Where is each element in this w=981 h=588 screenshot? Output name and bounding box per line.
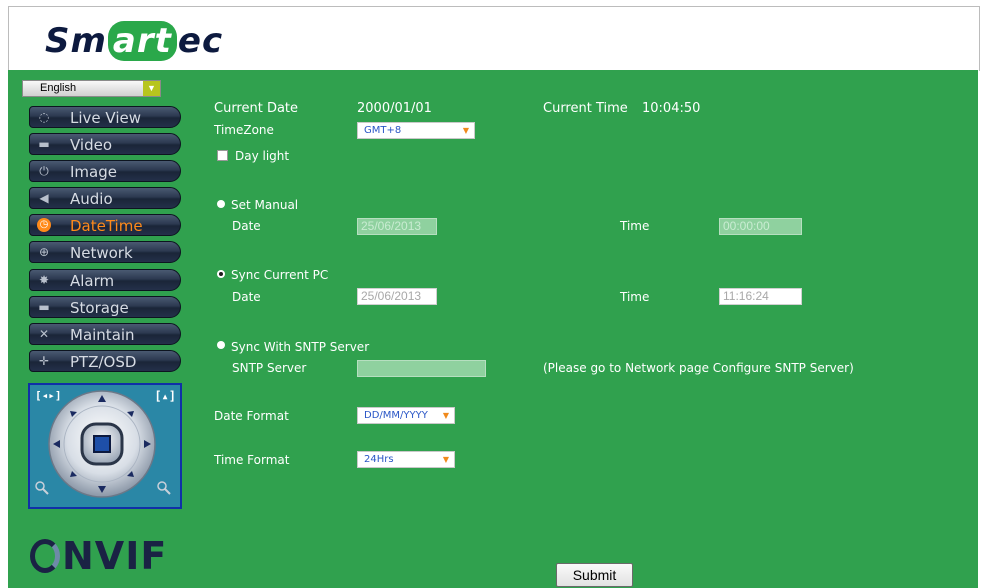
clock-icon: ◷: [37, 218, 51, 232]
logo-text-end: ec: [177, 21, 224, 61]
date-format-select[interactable]: DD/MM/YYYY ▼: [357, 407, 455, 424]
sidebar-item-label: Audio: [70, 190, 113, 208]
sidebar-item-label: Video: [70, 136, 113, 154]
zoom-out-icon[interactable]: [35, 481, 49, 495]
manual-time-input[interactable]: 00:00:00: [719, 218, 802, 235]
current-time-label: Current Time: [543, 101, 628, 116]
dropdown-arrow-icon: ▼: [462, 126, 469, 135]
onvif-logo: NVIF: [30, 533, 167, 579]
alarm-icon: ✸: [38, 273, 50, 287]
storage-icon: ▬: [38, 300, 50, 314]
wrench-icon: ✕: [38, 327, 50, 341]
sidebar-item-label: Alarm: [70, 272, 115, 290]
date-format-value: DD/MM/YYYY: [364, 410, 428, 421]
timezone-label: TimeZone: [214, 123, 274, 137]
sidebar-item-label: DateTime: [70, 217, 143, 235]
timezone-value: GMT+8: [364, 125, 402, 136]
chat-bubble-icon: ◌: [38, 110, 50, 124]
time-format-select[interactable]: 24Hrs ▼: [357, 451, 455, 468]
dropdown-arrow-icon: ▼: [442, 455, 449, 464]
current-date-label: Current Date: [214, 101, 299, 116]
sidebar-item-label: Maintain: [70, 326, 135, 344]
sidebar-item-ptz-osd[interactable]: ✛ PTZ/OSD: [29, 350, 181, 372]
sync-pc-label: Sync Current PC: [231, 268, 329, 282]
sidebar-item-video[interactable]: ▬ Video: [29, 133, 181, 155]
sidebar-item-storage[interactable]: ▬ Storage: [29, 296, 181, 318]
sntp-note: (Please go to Network page Configure SNT…: [543, 361, 854, 375]
language-value: English: [40, 82, 77, 94]
sntp-server-input[interactable]: [357, 360, 486, 377]
time-format-label: Time Format: [214, 453, 290, 467]
sync-sntp-radio[interactable]: [217, 341, 225, 349]
manual-date-label: Date: [232, 219, 261, 233]
ptz-icon: ✛: [38, 354, 50, 368]
pc-date-input[interactable]: 25/06/2013: [357, 288, 437, 305]
globe-icon: ⊕: [38, 245, 50, 259]
date-format-label: Date Format: [214, 409, 289, 423]
set-manual-label: Set Manual: [231, 198, 299, 212]
pc-time-label: Time: [620, 290, 650, 304]
ptz-control[interactable]: [◂▸] [▴]: [28, 383, 182, 509]
sidebar-item-label: Storage: [70, 299, 129, 317]
current-time-value: 10:04:50: [642, 101, 701, 116]
language-select[interactable]: English ▼: [22, 80, 161, 97]
sidebar-item-label: Live View: [70, 109, 141, 127]
sidebar-item-live-view[interactable]: ◌ Live View: [29, 106, 181, 128]
manual-date-input[interactable]: 25/06/2013: [357, 218, 437, 235]
sntp-server-label: SNTP Server: [232, 361, 307, 375]
logo-text-start: Sm: [45, 21, 107, 61]
time-format-value: 24Hrs: [364, 454, 394, 465]
sidebar-item-label: PTZ/OSD: [70, 353, 137, 371]
manual-time-label: Time: [620, 219, 650, 233]
sidebar-item-alarm[interactable]: ✸ Alarm: [29, 269, 181, 291]
sync-sntp-label: Sync With SNTP Server: [231, 340, 370, 354]
header: Sm art ec: [8, 6, 980, 71]
submit-button[interactable]: Submit: [556, 563, 633, 587]
sidebar-item-image[interactable]: ⏻ Image: [29, 160, 181, 182]
camera-icon: ▬: [38, 137, 50, 151]
dropdown-arrow-icon: ▼: [442, 411, 449, 420]
current-date-value: 2000/01/01: [357, 101, 432, 116]
sidebar-item-maintain[interactable]: ✕ Maintain: [29, 323, 181, 345]
daylight-checkbox[interactable]: [217, 150, 228, 161]
daylight-label: Day light: [235, 149, 290, 163]
timezone-select[interactable]: GMT+8 ▼: [357, 122, 475, 139]
logo-text-mid: art: [107, 21, 177, 61]
chevron-down-icon: ▼: [143, 81, 160, 96]
onvif-o-icon: [30, 539, 60, 573]
sidebar-item-audio[interactable]: ◀ Audio: [29, 187, 181, 209]
set-manual-radio[interactable]: [217, 200, 225, 208]
sidebar-item-network[interactable]: ⊕ Network: [29, 241, 181, 263]
smartec-logo: Sm art ec: [45, 21, 223, 61]
sync-pc-radio[interactable]: [217, 270, 225, 278]
sidebar-item-label: Image: [70, 163, 117, 181]
power-icon: ⏻: [39, 164, 49, 178]
ptz-dial-icon[interactable]: [30, 385, 180, 507]
zoom-in-icon[interactable]: [157, 481, 171, 495]
speaker-icon: ◀: [39, 191, 49, 205]
pc-date-label: Date: [232, 290, 261, 304]
sidebar-item-label: Network: [70, 244, 133, 262]
sidebar-item-datetime[interactable]: ◷ DateTime: [29, 214, 181, 236]
pc-time-input[interactable]: 11:16:24: [719, 288, 802, 305]
